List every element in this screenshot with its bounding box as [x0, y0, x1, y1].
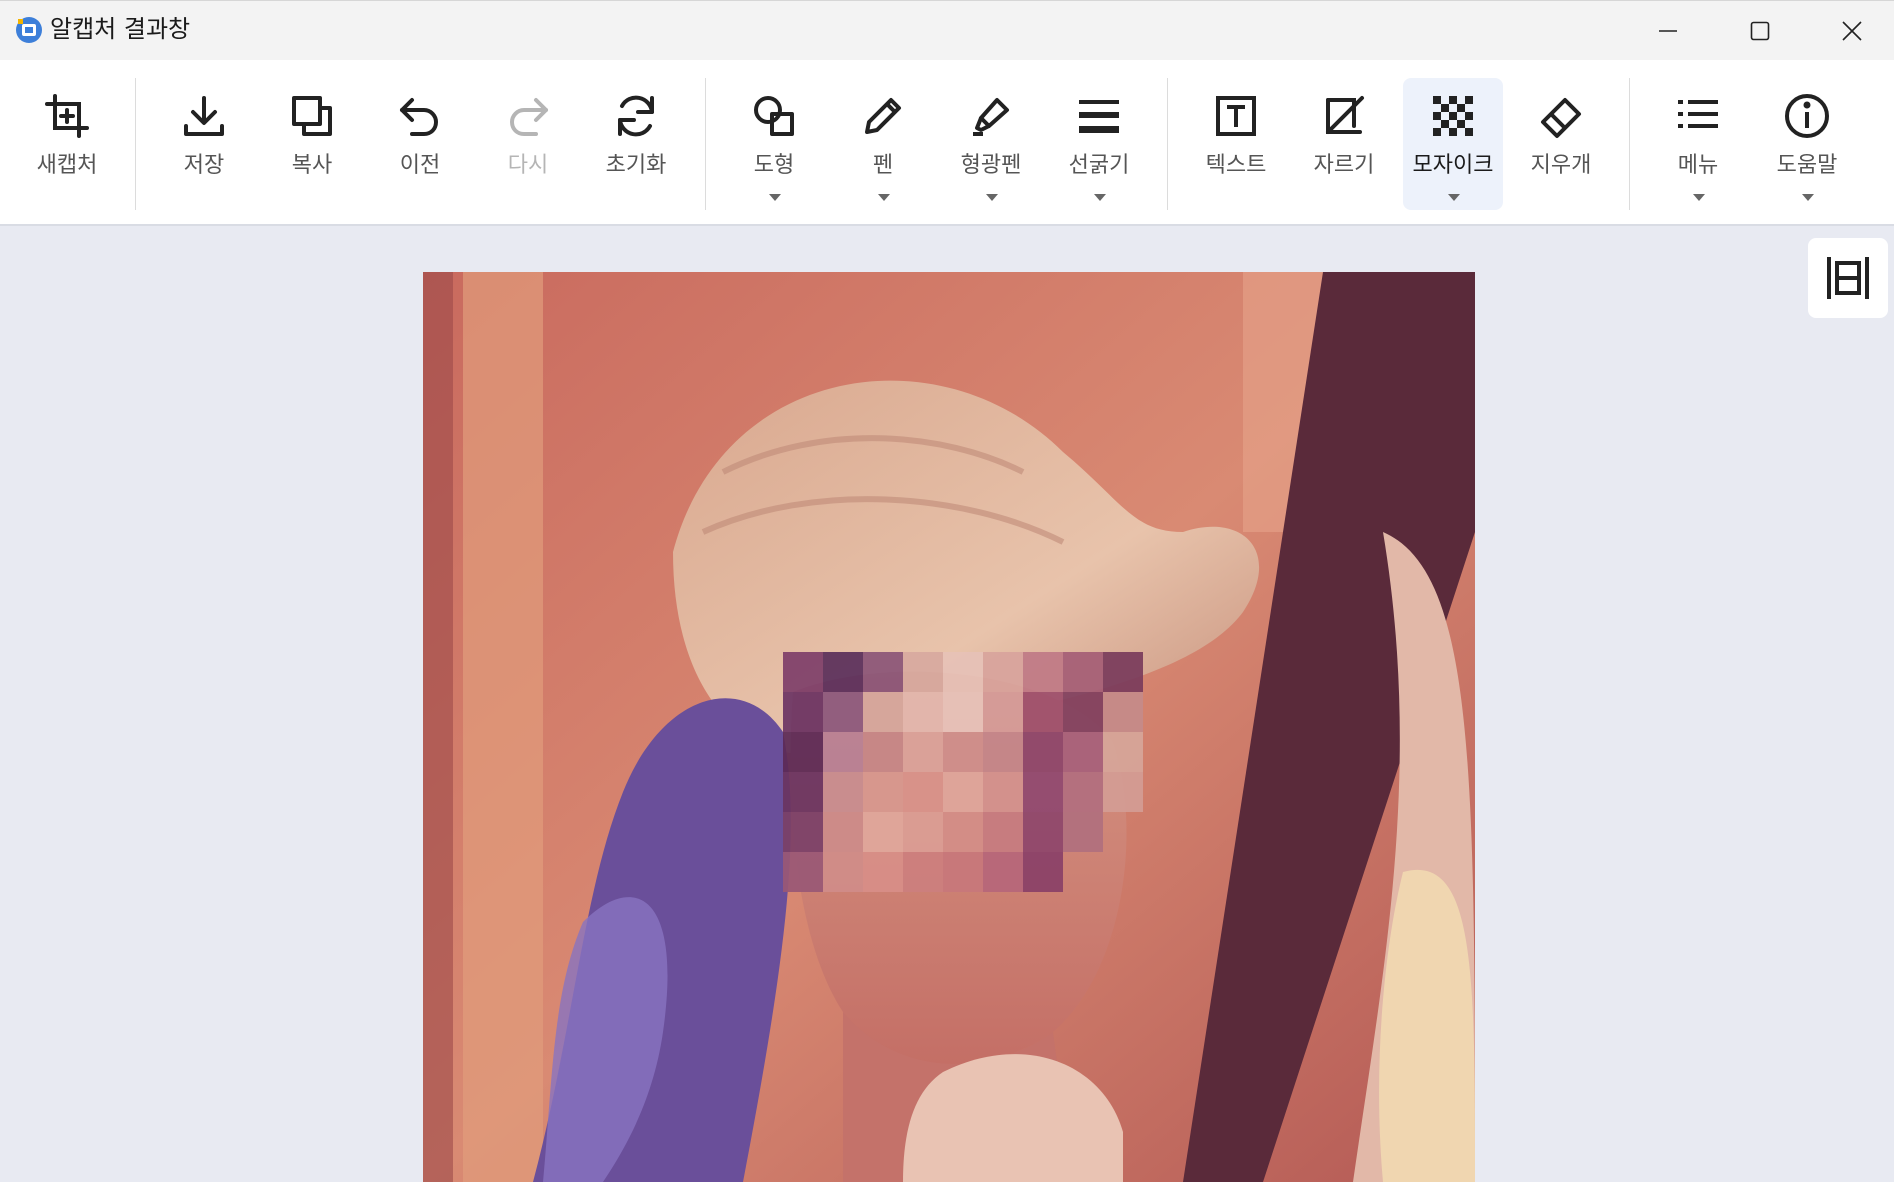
toolbar: 새캡처 저장 복사 이전 다시 초기화 도형 펜 형광펜 선굵기 텍스트 자르기… — [0, 60, 1894, 226]
line-width-button[interactable]: 선굵기 — [1049, 78, 1149, 210]
copy-button[interactable]: 복사 — [262, 78, 362, 210]
eraser-button[interactable]: 지우개 — [1511, 78, 1611, 210]
captured-photo — [423, 272, 1475, 1182]
menu-button[interactable]: 메뉴 — [1648, 78, 1748, 210]
undo-icon — [400, 98, 438, 136]
download-icon — [184, 96, 224, 136]
tool-label: 도움말 — [1776, 153, 1838, 178]
crop-icon — [1326, 96, 1364, 134]
reset-button[interactable]: 초기화 — [586, 78, 686, 210]
chevron-down-icon — [878, 194, 890, 201]
save-button[interactable]: 저장 — [154, 78, 254, 210]
chevron-down-icon — [1693, 194, 1705, 201]
tool-label: 자르기 — [1313, 153, 1375, 178]
text-box-icon — [1216, 96, 1256, 136]
info-icon — [1785, 94, 1829, 138]
fit-height-icon — [1827, 257, 1869, 299]
eraser-icon — [1541, 98, 1581, 138]
refresh-icon — [618, 95, 654, 137]
app-logo-icon — [16, 17, 42, 43]
redo-icon — [510, 98, 548, 136]
window-title: 알캡처 결과창 — [50, 15, 191, 43]
captured-image[interactable] — [423, 272, 1475, 1182]
chevron-down-icon — [1094, 194, 1106, 201]
copy-icon — [292, 96, 332, 136]
close-button[interactable] — [1806, 1, 1894, 61]
fit-view-button[interactable] — [1808, 238, 1888, 318]
tool-label: 저장 — [183, 153, 225, 178]
tool-label: 지우개 — [1530, 153, 1592, 178]
undo-button[interactable]: 이전 — [370, 78, 470, 210]
chevron-down-icon — [769, 194, 781, 201]
toolbar-separator — [705, 78, 706, 210]
mosaic-button[interactable]: 모자이크 — [1403, 78, 1503, 210]
minimize-icon — [1659, 30, 1677, 32]
text-button[interactable]: 텍스트 — [1186, 78, 1286, 210]
tool-label: 모자이크 — [1412, 153, 1494, 178]
shape-button[interactable]: 도형 — [724, 78, 824, 210]
tool-label: 초기화 — [605, 153, 667, 178]
tool-label: 다시 — [507, 153, 549, 178]
tool-label: 새캡처 — [36, 153, 98, 178]
chevron-down-icon — [1448, 194, 1460, 201]
redo-button[interactable]: 다시 — [478, 78, 578, 210]
tool-label: 선굵기 — [1068, 153, 1130, 178]
pen-icon — [865, 98, 901, 134]
maximize-icon — [1750, 21, 1770, 41]
tool-label: 텍스트 — [1205, 153, 1267, 178]
maximize-button[interactable] — [1714, 1, 1806, 61]
tool-label: 메뉴 — [1677, 153, 1719, 178]
chevron-down-icon — [1802, 194, 1814, 201]
title-bar: 알캡처 결과창 — [0, 0, 1894, 60]
line-weight-icon — [1079, 100, 1119, 133]
close-icon — [1842, 21, 1862, 41]
new-capture-button[interactable]: 새캡처 — [17, 78, 117, 210]
help-button[interactable]: 도움말 — [1757, 78, 1857, 210]
highlighter-icon — [973, 98, 1009, 136]
highlighter-button[interactable]: 형광펜 — [941, 78, 1041, 210]
tool-label: 형광펜 — [960, 153, 1022, 178]
list-icon — [1678, 100, 1718, 128]
mosaic-icon — [1433, 96, 1473, 136]
tool-label: 도형 — [753, 153, 795, 178]
toolbar-separator — [1167, 78, 1168, 210]
tool-label: 펜 — [872, 153, 894, 178]
minimize-button[interactable] — [1622, 1, 1714, 61]
shapes-icon — [754, 96, 794, 136]
chevron-down-icon — [986, 194, 998, 201]
crop-button[interactable]: 자르기 — [1294, 78, 1394, 210]
tool-label: 이전 — [399, 153, 441, 178]
pen-button[interactable]: 펜 — [833, 78, 933, 210]
toolbar-separator — [1629, 78, 1630, 210]
tool-label: 복사 — [291, 153, 333, 178]
toolbar-separator — [135, 78, 136, 210]
crop-plus-icon — [45, 94, 89, 138]
